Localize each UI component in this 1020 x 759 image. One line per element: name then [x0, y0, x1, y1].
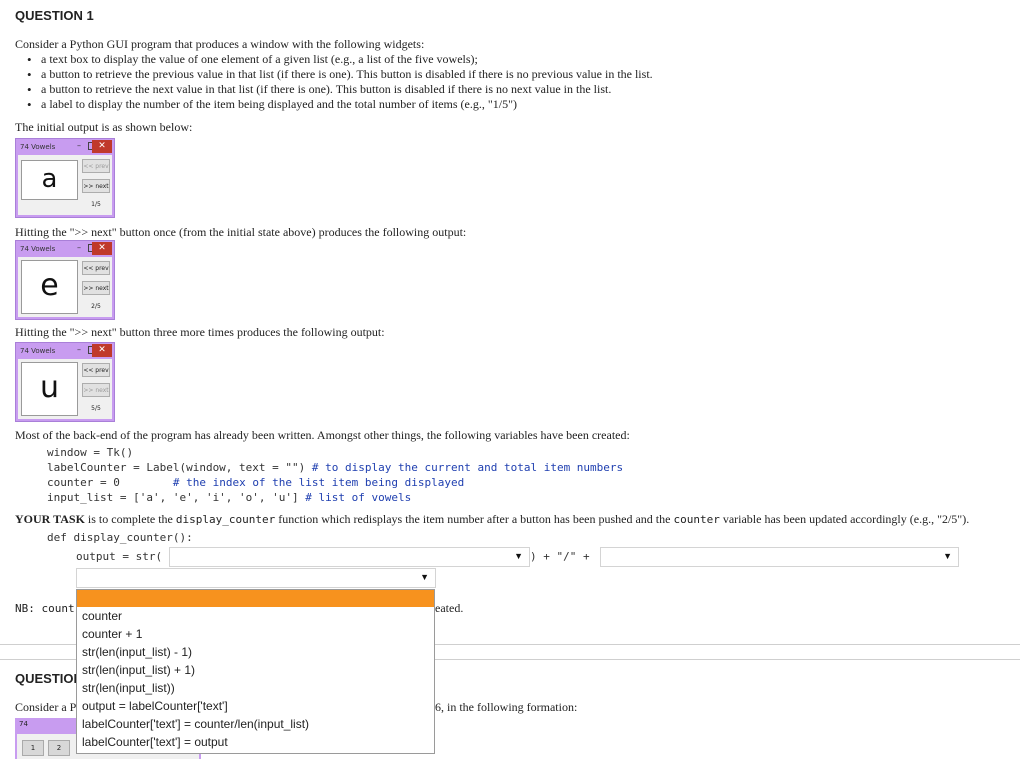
dropdown-option[interactable]: counter	[77, 607, 434, 625]
dropdown-option[interactable]: labelCounter['text'] = output	[77, 733, 434, 751]
question-1-intro: Consider a Python GUI program that produ…	[15, 37, 425, 51]
vowels-window-initial: 74 Vowels – ✕ a << prev >> next 1/5	[15, 138, 115, 218]
bullet-next-button: a button to retrieve the next value in t…	[15, 82, 653, 97]
prev-button: << prev	[82, 261, 110, 275]
prev-button: << prev	[82, 363, 110, 377]
vowels-window-after-one: 74 Vowels – ✕ e << prev >> next 2/5	[15, 240, 115, 320]
code-comment: # the index of the list item being displ…	[172, 476, 465, 489]
task-text: YOUR TASK is to complete the display_cou…	[15, 512, 970, 526]
bullet-prev-button: a button to retrieve the previous value …	[15, 67, 653, 82]
dropdown-option[interactable]: output = labelCounter['text']	[77, 697, 434, 715]
keypad-button-2: 2	[48, 740, 70, 756]
dropdown-option[interactable]: str(len(input_list) + 1)	[77, 661, 434, 679]
code-comment: # list of vowels	[305, 491, 412, 504]
dropdown-option-blank[interactable]	[77, 590, 434, 607]
after-three-next-text: Hitting the ">> next" button three more …	[15, 325, 385, 339]
code-line-input-list: input_list = ['a', 'e', 'i', 'o', 'u'] #…	[47, 491, 412, 504]
initial-output-text: The initial output is as shown below:	[15, 120, 193, 134]
nb-text-end: eated.	[435, 601, 464, 615]
code-comment: # to display the current and total item …	[311, 461, 624, 474]
prev-button: << prev	[82, 159, 110, 173]
code-output-line: output = str(	[76, 550, 163, 563]
bullet-text-box: a text box to display the value of one e…	[15, 52, 653, 67]
window-body: a << prev >> next 1/5	[18, 155, 112, 215]
counter-label: 2/5	[91, 303, 101, 310]
question-2-intro-start: Consider a P	[15, 700, 77, 714]
counter-label: 5/5	[91, 405, 101, 412]
answer-select-1[interactable]: ▼	[169, 547, 530, 567]
window-title: 74 Vowels	[20, 143, 56, 151]
dropdown-option[interactable]: counter + 1	[77, 625, 434, 643]
minimize-icon: –	[77, 243, 81, 252]
question-2-intro-end: 6, in the following formation:	[435, 700, 578, 714]
code-concat: ) + "/" +	[530, 550, 597, 563]
dropdown-option[interactable]: str(len(input_list) - 1)	[77, 643, 434, 661]
chevron-down-icon: ▼	[943, 551, 952, 561]
question-1-title: QUESTION 1	[15, 8, 94, 23]
answer-select-3[interactable]: ▼	[76, 568, 436, 588]
close-icon: ✕	[92, 140, 112, 153]
after-one-next-text: Hitting the ">> next" button once (from …	[15, 225, 467, 239]
window-titlebar: 74 Vowels – ✕	[16, 241, 114, 257]
vowel-text-box: e	[21, 260, 78, 314]
chevron-down-icon: ▼	[514, 551, 523, 561]
next-button: >> next	[82, 179, 110, 193]
backend-text: Most of the back-end of the program has …	[15, 428, 630, 442]
window-body: u << prev >> next 5/5	[18, 359, 112, 419]
close-icon: ✕	[92, 344, 112, 357]
chevron-down-icon: ▼	[420, 572, 429, 582]
vowel-text-box: u	[21, 362, 78, 416]
widget-bullet-list: a text box to display the value of one e…	[15, 52, 653, 112]
minimize-icon: –	[77, 345, 81, 354]
dropdown-option[interactable]: str(len(input_list))	[77, 679, 434, 697]
next-button: >> next	[82, 281, 110, 295]
nb-text-start: NB: count	[15, 602, 75, 615]
counter-label: 1/5	[91, 201, 101, 208]
keypad-button-1: 1	[22, 740, 44, 756]
window-title: 74 Vowels	[20, 347, 56, 355]
vowel-text-box: a	[21, 160, 78, 200]
dropdown-option[interactable]: labelCounter['text'] = counter/len(input…	[77, 715, 434, 733]
question-2-title: QUESTION	[15, 671, 83, 686]
dropdown-options-list[interactable]: counter counter + 1 str(len(input_list) …	[76, 589, 435, 754]
window-title: 74	[19, 720, 28, 728]
code-def-line: def display_counter():	[47, 531, 193, 544]
bullet-label: a label to display the number of the ite…	[15, 97, 653, 112]
answer-select-2[interactable]: ▼	[600, 547, 959, 567]
next-button: >> next	[82, 383, 110, 397]
window-body: e << prev >> next 2/5	[18, 257, 112, 317]
window-titlebar: 74 Vowels – ✕	[16, 139, 114, 155]
close-icon: ✕	[92, 242, 112, 255]
window-titlebar: 74 Vowels – ✕	[16, 343, 114, 359]
minimize-icon: –	[77, 141, 81, 150]
vowels-window-final: 74 Vowels – ✕ u << prev >> next 5/5	[15, 342, 115, 422]
code-line-counter: counter = 0 # the index of the list item…	[47, 476, 465, 489]
window-title: 74 Vowels	[20, 245, 56, 253]
code-line-label-counter: labelCounter = Label(window, text = "") …	[47, 461, 624, 474]
code-line-window: window = Tk()	[47, 446, 134, 459]
